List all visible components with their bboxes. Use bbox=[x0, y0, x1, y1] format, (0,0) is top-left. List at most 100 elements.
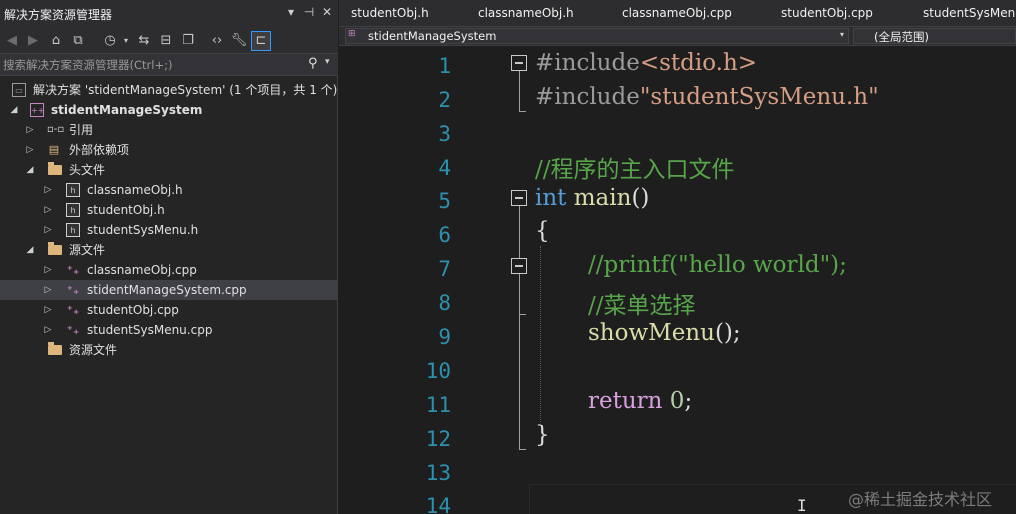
file-label: classnameObj.h bbox=[87, 183, 183, 197]
search-options-dropdown-icon[interactable]: ▾ bbox=[325, 57, 330, 67]
cpp-file-icon: ⁺₊ bbox=[66, 323, 80, 337]
function-call: showMenu bbox=[588, 320, 715, 346]
tree-item-file[interactable]: ▷ ⁺₊ studentObj.cpp bbox=[0, 300, 338, 320]
window-menu-icon[interactable]: ▾ bbox=[284, 5, 298, 19]
tree-item-file[interactable]: ▷ h classnameObj.h bbox=[0, 180, 338, 200]
collapse-region-icon[interactable] bbox=[511, 190, 527, 206]
wrench-icon[interactable]: 🔧︎ bbox=[229, 31, 249, 51]
watermark: @稀土掘金技术社区 bbox=[848, 490, 993, 509]
copy-icon[interactable]: ❐ bbox=[178, 31, 198, 51]
collapsed-arrow-icon[interactable]: ▷ bbox=[42, 180, 54, 200]
expanded-arrow-icon[interactable]: ◢ bbox=[24, 160, 36, 180]
tab-studentobj-h[interactable]: studentObj.h bbox=[351, 6, 429, 20]
tree-item-file[interactable]: ▷ ⁺₊ studentSysMenu.cpp bbox=[0, 320, 338, 340]
tree-item-references[interactable]: ▷ ▫‑▫ 引用 bbox=[0, 120, 338, 140]
number-literal: 0 bbox=[669, 388, 685, 414]
collapsed-arrow-icon[interactable]: ▷ bbox=[42, 300, 54, 320]
expanded-arrow-icon[interactable]: ◢ bbox=[24, 240, 36, 260]
parens: () bbox=[631, 185, 650, 211]
collapsed-arrow-icon[interactable]: ▷ bbox=[42, 320, 54, 340]
tree-item-file[interactable]: ▷ h studentSysMenu.h bbox=[0, 220, 338, 240]
tab-classnameobj-cpp[interactable]: classnameObj.cpp bbox=[622, 6, 732, 20]
tree-item-file[interactable]: ▷ h studentObj.h bbox=[0, 200, 338, 220]
vs-switch-icon[interactable]: ⧉ bbox=[68, 31, 88, 51]
line-number: 1 bbox=[438, 54, 451, 78]
member-scope-dropdown[interactable]: (全局范围) bbox=[853, 28, 1016, 44]
preprocessor-directive: #include bbox=[535, 84, 640, 110]
collapse-region-icon[interactable] bbox=[511, 55, 527, 71]
member-scope-value: (全局范围) bbox=[874, 30, 929, 44]
cpp-file-icon: ⁺₊ bbox=[66, 303, 80, 317]
collapsed-arrow-icon[interactable]: ▷ bbox=[42, 200, 54, 220]
tab-studentsysmenu-h[interactable]: studentSysMenu.h bbox=[923, 6, 1016, 20]
collapse-all-icon[interactable]: ⊟ bbox=[156, 31, 176, 51]
project-scope-value: stidentManageSystem bbox=[368, 29, 497, 43]
semicolon: ; bbox=[684, 388, 693, 414]
tree-item-project[interactable]: ◢ ++ stidentManageSystem bbox=[0, 100, 338, 120]
tree-item-resource-folder[interactable]: 资源文件 bbox=[0, 340, 338, 360]
line-number: 9 bbox=[438, 325, 451, 349]
search-icon[interactable]: ⚲ bbox=[308, 56, 318, 71]
solution-search-input[interactable] bbox=[3, 56, 303, 74]
tree-item-solution[interactable]: ▭ 解决方案 'stidentManageSystem' (1 个项目，共 1 … bbox=[0, 80, 338, 100]
code-line-12: } bbox=[535, 422, 550, 448]
folder-icon bbox=[48, 162, 62, 175]
line-number: 5 bbox=[438, 189, 451, 213]
history-dropdown-icon[interactable]: ▾ bbox=[116, 31, 136, 51]
header-file-icon: h bbox=[66, 183, 80, 197]
sync-icon[interactable]: ⇆ bbox=[134, 31, 154, 51]
editor-margin bbox=[339, 46, 379, 514]
code-view-icon[interactable]: ‹› bbox=[207, 31, 227, 51]
tree-item-external-deps[interactable]: ▷ ▤ 外部依赖项 bbox=[0, 140, 338, 160]
code-editor[interactable]: 1 2 3 4 5 6 7 8 9 10 11 12 13 14 #includ… bbox=[339, 46, 1016, 514]
solution-explorer-toolbar: ◀ ▶ ⌂ ⧉ ◷ ▾ ⇆ ⊟ ❐ ‹› 🔧︎ ⊏ bbox=[0, 28, 338, 54]
collapsed-arrow-icon[interactable]: ▷ bbox=[24, 140, 36, 160]
references-icon: ▫‑▫ bbox=[47, 124, 65, 135]
line-number: 12 bbox=[425, 427, 451, 451]
code-line-8: //菜单选择 bbox=[588, 293, 696, 319]
cpp-file-icon: ⁺₊ bbox=[66, 283, 80, 297]
pin-icon[interactable]: ⊣ bbox=[302, 5, 316, 19]
document-tab-strip: studentObj.h classnameObj.h classnameObj… bbox=[339, 0, 1016, 26]
folder-icon bbox=[48, 342, 62, 355]
collapse-region-icon[interactable] bbox=[511, 258, 527, 274]
solution-explorer-title: 解决方案资源管理器 bbox=[4, 8, 113, 22]
line-number: 2 bbox=[438, 88, 451, 112]
tree-item-header-folder[interactable]: ◢ 头文件 bbox=[0, 160, 338, 180]
close-icon[interactable]: ✕ bbox=[320, 5, 334, 19]
tree-item-file-selected[interactable]: ▷ ⁺₊ stidentManageSystem.cpp bbox=[0, 280, 338, 300]
outline-end bbox=[519, 314, 526, 315]
collapsed-arrow-icon[interactable]: ▷ bbox=[42, 220, 54, 240]
return-keyword: return bbox=[588, 388, 663, 414]
cpp-project-icon: ⊞ bbox=[348, 29, 356, 39]
line-number: 11 bbox=[425, 393, 451, 417]
code-line-7: //printf("hello world"); bbox=[588, 252, 847, 278]
tab-classnameobj-h[interactable]: classnameObj.h bbox=[478, 6, 574, 20]
file-label: classnameObj.cpp bbox=[87, 263, 197, 277]
collapsed-arrow-icon[interactable]: ▷ bbox=[42, 280, 54, 300]
tree-item-source-folder[interactable]: ◢ 源文件 bbox=[0, 240, 338, 260]
tree-item-file[interactable]: ▷ ⁺₊ classnameObj.cpp bbox=[0, 260, 338, 280]
forward-icon[interactable]: ▶ bbox=[23, 31, 43, 51]
collapsed-arrow-icon[interactable]: ▷ bbox=[24, 120, 36, 140]
folder-icon bbox=[48, 242, 62, 255]
source-folder-label: 源文件 bbox=[69, 243, 106, 257]
text-cursor-icon: I bbox=[797, 496, 807, 514]
header-file-icon: h bbox=[66, 203, 80, 217]
outline-line bbox=[519, 206, 520, 449]
expanded-arrow-icon[interactable]: ◢ bbox=[8, 100, 20, 120]
code-line-2: #include"studentSysMenu.h" bbox=[535, 84, 879, 110]
preview-icon[interactable]: ⊏ bbox=[251, 31, 271, 51]
solution-label: 解决方案 'stidentManageSystem' (1 个项目，共 1 个) bbox=[33, 83, 338, 97]
file-label: studentSysMenu.h bbox=[87, 223, 199, 237]
home-icon[interactable]: ⌂ bbox=[46, 31, 66, 51]
back-icon[interactable]: ◀ bbox=[2, 31, 22, 51]
collapsed-arrow-icon[interactable]: ▷ bbox=[42, 260, 54, 280]
type-keyword: int bbox=[535, 185, 567, 211]
line-number: 10 bbox=[425, 359, 451, 383]
code-line-1: #include<stdio.h> bbox=[535, 50, 757, 76]
references-label: 引用 bbox=[69, 123, 94, 137]
project-scope-dropdown[interactable]: ⊞ stidentManageSystem ▾ bbox=[345, 28, 849, 44]
outline-line bbox=[519, 71, 520, 111]
tab-studentobj-cpp[interactable]: studentObj.cpp bbox=[781, 6, 873, 20]
